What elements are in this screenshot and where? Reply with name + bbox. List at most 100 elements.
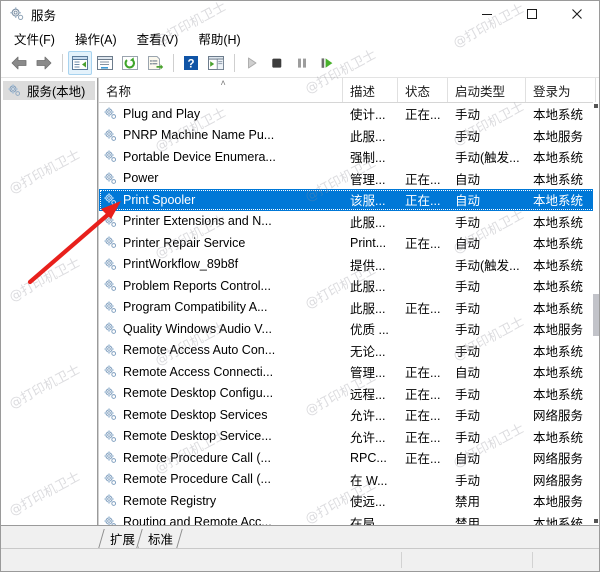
cell-description: 无论... (343, 341, 398, 360)
table-row[interactable]: Quality Windows Audio V... 优质 ... 手动 本地服务 (99, 318, 599, 340)
cell-status-text: 正在... (405, 237, 441, 252)
stop-service-button[interactable] (265, 51, 289, 75)
cell-startup-text: 手动 (455, 215, 481, 230)
minimize-button[interactable] (464, 1, 509, 27)
scroll-down-arrow[interactable] (594, 519, 598, 523)
column-header-status[interactable]: 状态 (398, 78, 448, 102)
table-row[interactable]: Power 管理... 正在... 自动 本地系统 (99, 168, 599, 190)
cell-logon: 本地系统 (526, 147, 596, 166)
cell-name-text: Remote Access Connecti... (123, 364, 274, 379)
column-header-description[interactable]: 描述 (343, 78, 398, 102)
table-row[interactable]: Program Compatibility A... 此服... 正在... 手动 本地… (99, 297, 599, 319)
show-action-pane-button[interactable] (204, 51, 228, 75)
cell-description: 管理... (343, 362, 398, 381)
cell-name-text: Printer Repair Service (123, 235, 246, 250)
toolbar-separator-2 (173, 54, 174, 72)
cell-logon-text: 本地系统 (533, 172, 584, 187)
table-row-selected[interactable]: Print Spooler 该服... 正在... 自动 本地系统 (99, 189, 599, 211)
cell-startup: 自动 (448, 448, 526, 467)
service-gear-icon (104, 129, 117, 141)
cell-description-text: 允许... (350, 430, 386, 445)
cell-logon: 本地服务 (526, 319, 596, 338)
cell-name-text: Remote Procedure Call (... (123, 450, 271, 465)
cell-description: 提供... (343, 255, 398, 274)
vertical-scrollbar[interactable] (593, 102, 599, 525)
cell-startup: 禁用 (448, 491, 526, 510)
show-hide-console-tree-button[interactable] (68, 51, 92, 75)
scroll-up-arrow[interactable] (594, 104, 598, 108)
cell-startup: 手动 (448, 427, 526, 446)
toolbar: ? (1, 49, 599, 78)
cell-logon: 本地系统 (526, 362, 596, 381)
close-button[interactable] (554, 1, 599, 27)
cell-name: Remote Access Auto Con... (99, 343, 343, 358)
scroll-thumb[interactable] (593, 294, 599, 336)
table-row[interactable]: Remote Desktop Configu... 远程... 正在... 手动 本地系… (99, 383, 599, 405)
refresh-button[interactable] (118, 51, 142, 75)
cell-description: 在 W... (343, 470, 398, 489)
cell-name: Routing and Remote Acc... (99, 515, 343, 525)
cell-description: 此服... (343, 276, 398, 295)
table-row[interactable]: Remote Desktop Services 允许... 正在... 手动 网络服务 (99, 404, 599, 426)
cell-startup: 自动 (448, 190, 526, 209)
cell-name: Remote Desktop Services (99, 407, 343, 422)
table-row[interactable]: PrintWorkflow_89b8f 提供... 手动(触发... 本地系统 (99, 254, 599, 276)
menu-item-help[interactable]: 帮助(H) (193, 28, 249, 49)
tab-standard[interactable]: 标准 (139, 529, 181, 548)
menu-item-action[interactable]: 操作(A) (70, 28, 126, 49)
menu-item-view[interactable]: 查看(V) (132, 28, 188, 49)
table-row[interactable]: Routing and Remote Acc... 在局... 禁用 本地系统 (99, 512, 599, 525)
table-row[interactable]: PNRP Machine Name Pu... 此服... 手动 本地服务 (99, 125, 599, 147)
table-row[interactable]: Remote Access Connecti... 管理... 正在... 自动 本地系… (99, 361, 599, 383)
table-row[interactable]: Plug and Play 使计... 正在... 手动 本地系统 (99, 103, 599, 125)
restart-service-button[interactable] (315, 51, 339, 75)
forward-button[interactable] (32, 51, 56, 75)
list-column-headers: 名称 ˄ 描述 状态 启动类型 登录为 (99, 78, 599, 103)
cell-logon: 本地服务 (526, 491, 596, 510)
column-header-label: 描述 (350, 84, 376, 99)
table-row[interactable]: Remote Procedure Call (... 在 W... 手动 网络服务 (99, 469, 599, 491)
table-row[interactable]: Remote Procedure Call (... RPC... 正在... 自动 网… (99, 447, 599, 469)
service-gear-icon (104, 172, 117, 184)
column-header-spare (596, 78, 599, 102)
services-list[interactable]: Plug and Play 使计... 正在... 手动 本地系统 PNRP Machin… (99, 103, 599, 525)
help-button[interactable]: ? (179, 51, 203, 75)
cell-name-text: Remote Desktop Services (123, 407, 268, 422)
cell-status: 正在... (398, 384, 448, 403)
column-header-logon[interactable]: 登录为 (526, 78, 596, 102)
show-action-pane-icon (208, 56, 224, 70)
cell-description: 该服... (343, 190, 398, 209)
cell-name-text: Remote Registry (123, 493, 217, 508)
column-header-label: 状态 (405, 84, 431, 99)
tab-standard-label: 标准 (148, 533, 174, 547)
properties-button[interactable] (93, 51, 117, 75)
title-bar: 服务 (1, 1, 599, 27)
cell-description: 允许... (343, 427, 398, 446)
table-row[interactable]: Problem Reports Control... 此服... 手动 本地系统 (99, 275, 599, 297)
cell-logon: 本地系统 (526, 169, 596, 188)
table-row[interactable]: Remote Desktop Service... 允许... 正在... 手动 本地系… (99, 426, 599, 448)
pause-service-button[interactable] (290, 51, 314, 75)
column-header-name[interactable]: 名称 ˄ (99, 78, 343, 102)
table-row[interactable]: Remote Access Auto Con... 无论... 手动 本地系统 (99, 340, 599, 362)
export-list-button[interactable] (143, 51, 167, 75)
column-header-startup[interactable]: 启动类型 (448, 78, 526, 102)
cell-name: Problem Reports Control... (99, 278, 343, 293)
start-service-button[interactable] (240, 51, 264, 75)
table-row[interactable]: Remote Registry 使远... 禁用 本地服务 (99, 490, 599, 512)
maximize-icon (526, 9, 537, 19)
back-button[interactable] (7, 51, 31, 75)
cell-startup-text: 禁用 (455, 516, 481, 525)
maximize-button[interactable] (509, 1, 554, 27)
cell-status-text: 正在... (405, 301, 441, 316)
table-row[interactable]: Printer Extensions and N... 此服... 手动 本地系统 (99, 211, 599, 233)
cell-logon: 本地系统 (526, 276, 596, 295)
table-row[interactable]: Printer Repair Service Print... 正在... 自动 本地系… (99, 232, 599, 254)
help-icon: ? (184, 56, 198, 70)
status-segment-1 (401, 552, 402, 568)
sidebar-item-services-local[interactable]: 服务(本地) (3, 81, 95, 100)
menu-item-file[interactable]: 文件(F) (9, 28, 64, 49)
table-row[interactable]: Portable Device Enumera... 强制... 手动(触发... 本… (99, 146, 599, 168)
cell-status-text: 正在... (405, 108, 441, 123)
service-gear-icon (104, 473, 117, 485)
